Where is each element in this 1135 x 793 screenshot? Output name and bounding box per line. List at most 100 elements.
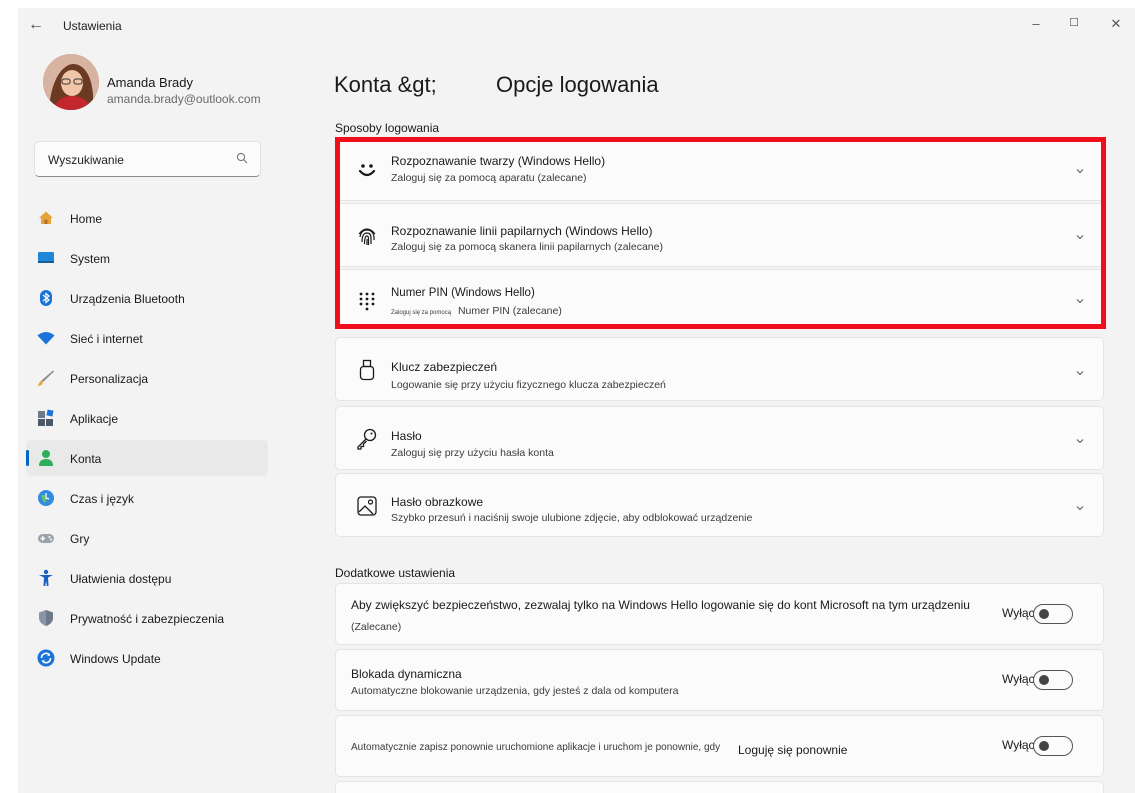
sidebar-item-label: Prywatność i zabezpieczenia — [70, 612, 225, 626]
back-arrow-icon[interactable]: ← — [28, 16, 44, 34]
sign-in-option-face[interactable]: Rozpoznawanie twarzy (Windows Hello) Zal… — [335, 137, 1104, 201]
sidebar-item-label: Windows Update — [70, 652, 161, 666]
sidebar-item-time-language[interactable]: Czas i język — [26, 480, 268, 516]
toggle-knob — [1039, 741, 1049, 751]
accessibility-icon — [39, 569, 53, 586]
option-description: Szybko przesuń i naciśnij swoje ulubione… — [391, 512, 753, 524]
option-title: Hasło — [391, 429, 422, 443]
sidebar-item-bluetooth[interactable]: Urządzenia Bluetooth — [26, 280, 268, 316]
sidebar-item-label: Urządzenia Bluetooth — [70, 292, 185, 306]
user-email: amanda.brady@outlook.com — [107, 92, 261, 106]
sign-in-option-security-key[interactable]: Klucz zabezpieczeń Logowanie się przy uż… — [335, 337, 1104, 401]
sidebar-item-label: Ułatwienia dostępu — [70, 572, 172, 586]
system-icon — [38, 252, 54, 263]
update-icon — [37, 649, 55, 667]
option-description: Zaloguj się za pomocą aparatu (zalecane) — [391, 172, 587, 184]
title-bar: ← Ustawienia – ☐ ✕ — [18, 8, 1135, 42]
close-button[interactable]: ✕ — [1101, 16, 1131, 32]
setting-description: Automatyczne blokowanie urządzenia, gdy … — [351, 685, 679, 697]
option-title: Hasło obrazkowe — [391, 495, 484, 509]
chevron-down-icon — [1076, 235, 1084, 240]
sidebar-item-label: Czas i język — [70, 492, 135, 506]
setting-row-restart-apps: Automatycznie zapisz ponownie uruchomion… — [335, 715, 1104, 777]
setting-row-next — [335, 781, 1104, 793]
setting-row-hello-only: Aby zwiększyć bezpieczeństwo, zezwalaj t… — [335, 583, 1104, 645]
face-icon — [358, 164, 376, 177]
home-icon — [39, 211, 53, 224]
sign-in-option-pin[interactable]: Numer PIN (Windows Hello) Zaloguj się za… — [335, 269, 1104, 329]
setting-title: Automatycznie zapisz ponownie uruchomion… — [351, 742, 721, 753]
setting-title: Aby zwiększyć bezpieczeństwo, zezwalaj t… — [351, 598, 970, 612]
key-icon — [357, 428, 377, 450]
sidebar-nav: Home System Urządzenia Bluetooth Sieć i … — [26, 200, 268, 680]
sidebar-item-label: Sieć i internet — [70, 332, 143, 346]
chevron-down-icon — [1076, 439, 1084, 444]
sidebar-item-label: Aplikacje — [70, 412, 119, 426]
sidebar-item-label: Home — [70, 212, 103, 226]
search-icon — [236, 152, 248, 164]
settings-window: ← Ustawienia – ☐ ✕ Amanda Brady amanda.b… — [18, 8, 1135, 793]
hello-only-toggle[interactable] — [1033, 604, 1073, 624]
sidebar-item-gaming[interactable]: Gry — [26, 520, 268, 556]
sidebar-item-windows-update[interactable]: Windows Update — [26, 640, 268, 676]
sidebar-item-label: Konta — [70, 452, 102, 466]
setting-extra: Loguję się ponownie — [738, 743, 848, 757]
option-description: Logowanie się przy użyciu fizycznego klu… — [391, 379, 666, 391]
sidebar-item-label: Gry — [70, 532, 90, 546]
maximize-button[interactable]: ☐ — [1059, 16, 1089, 29]
bluetooth-icon — [40, 290, 52, 306]
option-description: Zaloguj się za pomocą skanera linii papi… — [391, 241, 663, 253]
chevron-down-icon — [1076, 371, 1084, 376]
section-title-sign-in: Sposoby logowania — [335, 121, 440, 135]
globe-clock-icon — [38, 490, 54, 506]
account-icon — [39, 450, 53, 466]
option-description-main: Numer PIN (zalecane) — [457, 305, 562, 317]
breadcrumb[interactable]: Konta &gt; — [334, 72, 437, 98]
chevron-down-icon — [1076, 169, 1084, 174]
option-title: Klucz zabezpieczeń — [391, 360, 498, 374]
search-placeholder: Wyszukiwanie — [48, 153, 124, 167]
sign-in-option-password[interactable]: Hasło Zaloguj się przy użyciu hasła kont… — [335, 406, 1104, 470]
option-description: Zaloguj się przy użyciu hasła konta — [391, 447, 554, 459]
option-title: Numer PIN (Windows Hello) — [391, 287, 535, 299]
sidebar-item-label: System — [70, 252, 111, 266]
picture-password-icon — [357, 496, 377, 516]
usb-key-icon — [359, 359, 375, 381]
chevron-down-icon — [1076, 299, 1084, 304]
chevron-down-icon — [1076, 506, 1084, 511]
avatar[interactable] — [43, 54, 99, 110]
pin-keypad-icon — [359, 292, 375, 311]
sidebar-item-system[interactable]: System — [26, 240, 268, 276]
option-title: Rozpoznawanie linii papilarnych (Windows… — [391, 224, 653, 238]
sidebar-item-privacy[interactable]: Prywatność i zabezpieczenia — [26, 600, 268, 636]
gamepad-icon — [38, 534, 54, 543]
sidebar-item-personalization[interactable]: Personalizacja — [26, 360, 268, 396]
sidebar-item-label: Personalizacja — [70, 372, 149, 386]
sign-in-option-fingerprint[interactable]: Rozpoznawanie linii papilarnych (Windows… — [335, 203, 1104, 267]
search-input[interactable]: Wyszukiwanie — [34, 141, 261, 177]
option-description: Zaloguj się za pomocą Numer PIN (zalecan… — [391, 305, 562, 317]
sidebar-item-apps[interactable]: Aplikacje — [26, 400, 268, 436]
apps-icon — [38, 409, 54, 426]
setting-description: (Zalecane) — [351, 621, 402, 633]
toggle-knob — [1039, 675, 1049, 685]
wifi-icon — [37, 332, 55, 345]
brush-icon — [38, 370, 54, 386]
sidebar-item-home[interactable]: Home — [26, 200, 268, 236]
option-description-small: Zaloguj się za pomocą — [391, 310, 452, 316]
user-name: Amanda Brady — [107, 75, 193, 90]
sidebar-item-accessibility[interactable]: Ułatwienia dostępu — [26, 560, 268, 596]
sign-in-option-picture-password[interactable]: Hasło obrazkowe Szybko przesuń i naciśni… — [335, 473, 1104, 537]
app-title: Ustawienia — [63, 19, 122, 33]
fingerprint-icon — [358, 228, 376, 245]
sidebar-item-network[interactable]: Sieć i internet — [26, 320, 268, 356]
setting-title: Blokada dynamiczna — [351, 667, 462, 681]
section-title-additional: Dodatkowe ustawienia — [335, 566, 456, 580]
sidebar-item-accounts[interactable]: Konta — [26, 440, 268, 476]
minimize-button[interactable]: – — [1021, 16, 1051, 31]
page-title: Opcje logowania — [496, 72, 659, 97]
restart-apps-toggle[interactable] — [1033, 736, 1073, 756]
dynamic-lock-toggle[interactable] — [1033, 670, 1073, 690]
option-title: Rozpoznawanie twarzy (Windows Hello) — [391, 154, 606, 168]
toggle-knob — [1039, 609, 1049, 619]
